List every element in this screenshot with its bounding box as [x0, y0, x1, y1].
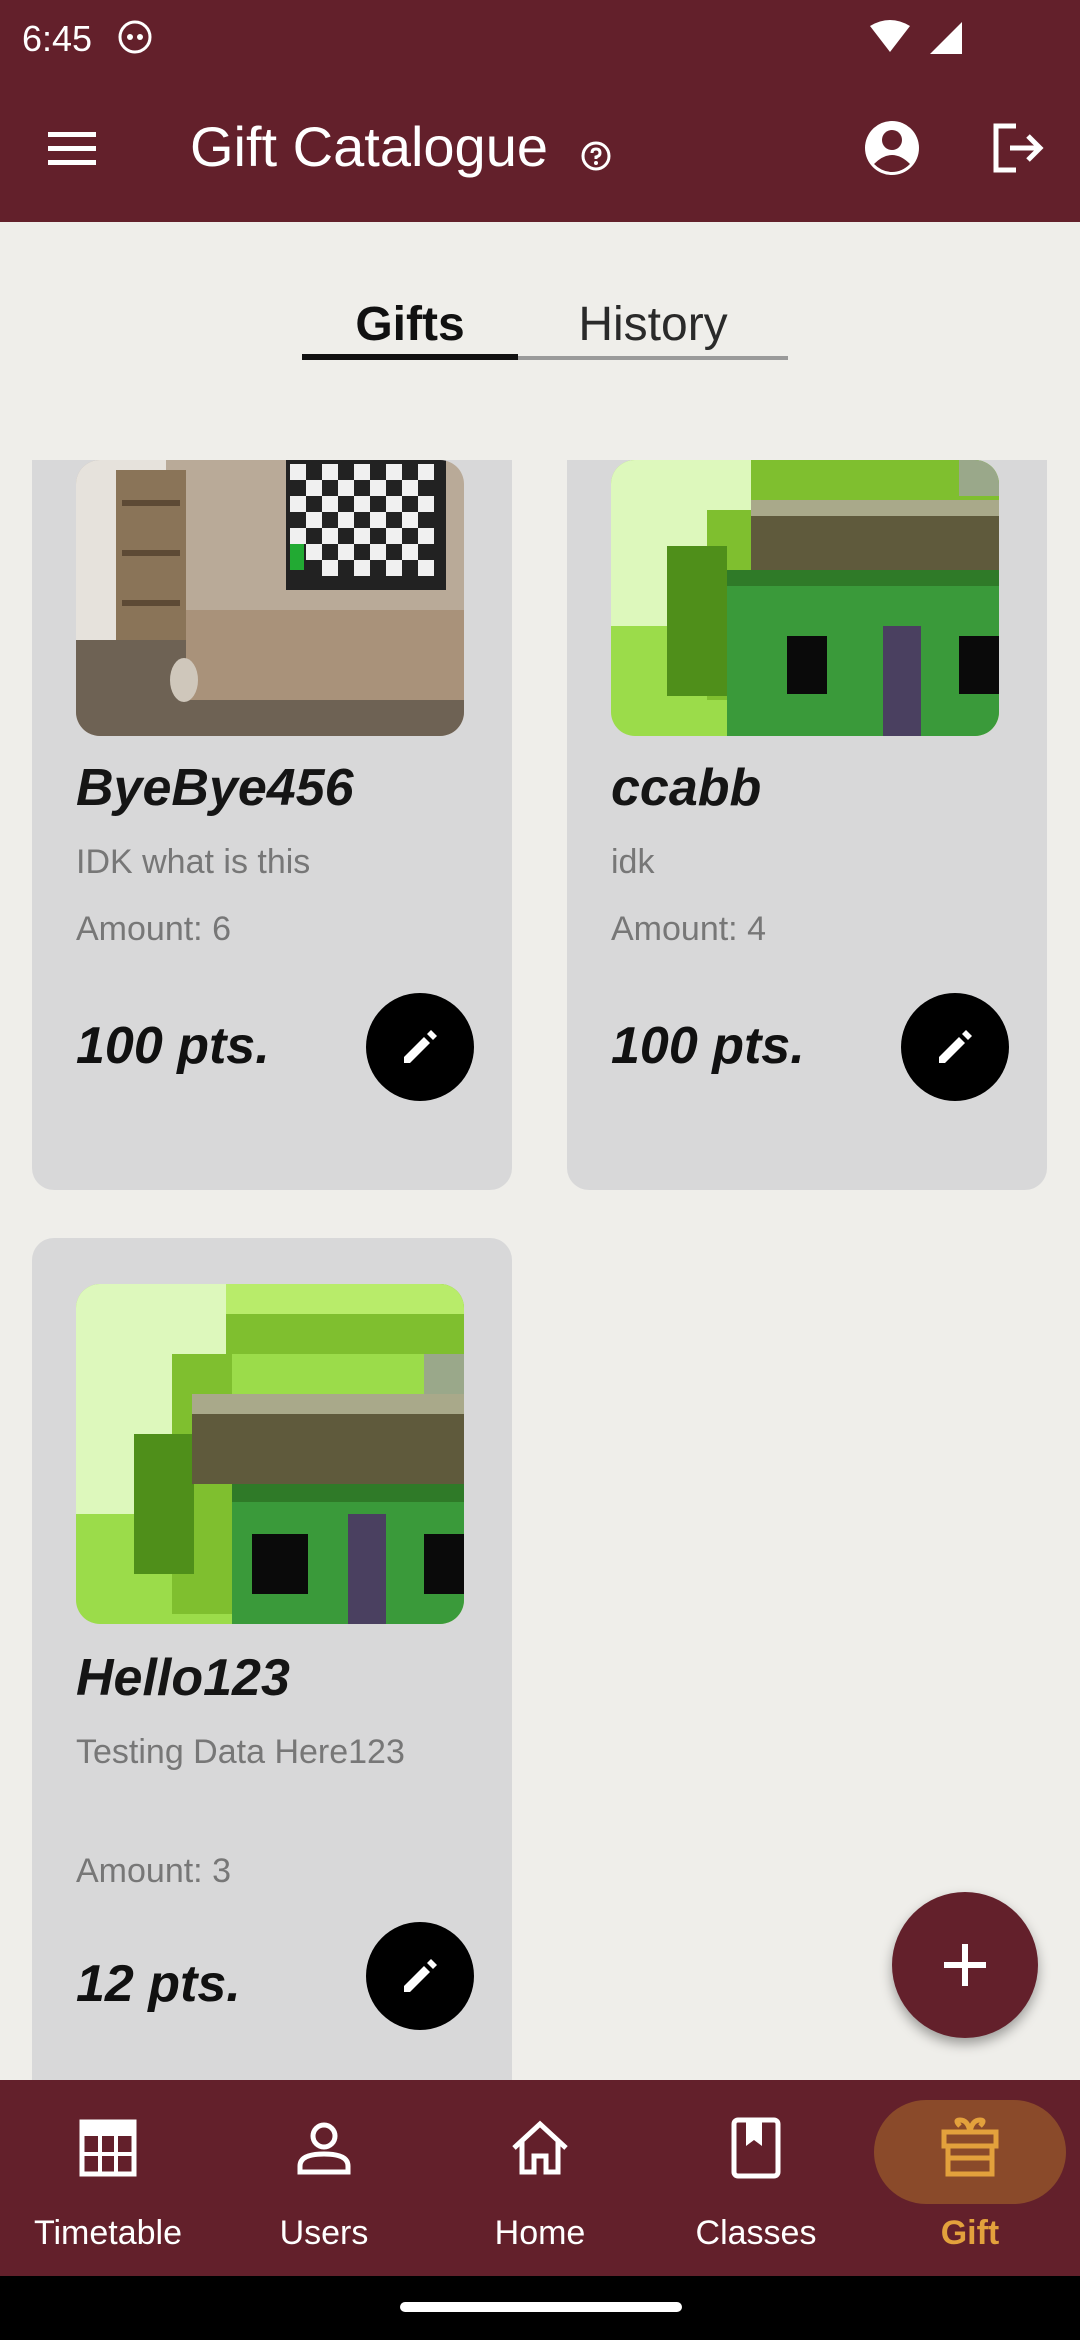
gift-card[interactable]: ccabb idk Amount: 4 100 pts. — [567, 460, 1047, 1190]
nav-label-users: Users — [279, 2214, 369, 2252]
help-icon[interactable] — [580, 140, 612, 172]
gift-name: ByeBye456 — [76, 759, 354, 817]
gift-description: IDK what is this — [76, 843, 311, 881]
gift-amount: Amount: 6 — [76, 910, 231, 948]
system-navigation-area — [0, 2276, 1080, 2340]
edit-gift-button[interactable] — [901, 993, 1009, 1101]
pencil-icon — [939, 1030, 972, 1063]
users-icon — [297, 2122, 351, 2175]
home-icon — [512, 2120, 568, 2175]
timetable-icon — [79, 2119, 137, 2177]
gift-description: idk — [611, 843, 655, 881]
app-notification-icon — [118, 20, 152, 54]
gift-image — [76, 460, 464, 736]
bottom-navigation: Timetable Users Home Classes Gift — [0, 2080, 1080, 2276]
account-icon[interactable] — [862, 118, 922, 178]
tab-underline — [518, 356, 788, 360]
gift-amount: Amount: 4 — [611, 910, 766, 948]
plus-icon — [944, 1944, 986, 1986]
gift-grid[interactable]: ByeBye456 IDK what is this Amount: 6 100… — [0, 460, 1080, 2080]
nav-item-home[interactable]: Home — [432, 2080, 648, 2276]
classes-icon — [731, 2117, 781, 2179]
nav-label-classes: Classes — [695, 2214, 817, 2252]
nav-item-timetable[interactable]: Timetable — [0, 2080, 216, 2276]
gift-points: 100 pts. — [76, 1017, 270, 1075]
gift-name: Hello123 — [76, 1649, 290, 1707]
nav-item-users[interactable]: Users — [216, 2080, 432, 2276]
gift-card[interactable]: Hello123 Testing Data Here123 Amount: 3 … — [32, 1238, 512, 2080]
gift-amount: Amount: 3 — [76, 1852, 231, 1890]
gift-description: Testing Data Here123 — [76, 1733, 405, 1771]
tab-bar: Gifts History — [302, 290, 788, 362]
nav-label-gift: Gift — [940, 2214, 1000, 2252]
gift-name: ccabb — [611, 759, 762, 817]
nav-label-timetable: Timetable — [33, 2214, 183, 2252]
add-gift-button[interactable] — [892, 1892, 1038, 2038]
gift-points: 100 pts. — [611, 1017, 805, 1075]
gesture-handle[interactable] — [400, 2302, 682, 2312]
page-title: Gift Catalogue — [190, 115, 548, 178]
app-bar: Gift Catalogue — [0, 74, 1080, 222]
edit-gift-button[interactable] — [366, 993, 474, 1101]
menu-icon[interactable] — [42, 120, 102, 176]
gift-image — [76, 1284, 464, 1624]
tab-active-indicator — [302, 354, 518, 360]
status-bar: 6:45 — [0, 0, 1080, 74]
gift-points: 12 pts. — [76, 1955, 241, 2013]
edit-gift-button[interactable] — [366, 1922, 474, 2030]
nav-label-home: Home — [494, 2214, 586, 2252]
logout-icon[interactable] — [988, 118, 1048, 178]
tab-gifts[interactable]: Gifts — [302, 290, 518, 362]
pencil-icon — [404, 1959, 437, 1992]
gift-card[interactable]: ByeBye456 IDK what is this Amount: 6 100… — [32, 460, 512, 1190]
nav-item-gift[interactable]: Gift — [874, 2080, 1080, 2276]
gift-icon — [941, 2117, 999, 2177]
signal-wifi-icons — [870, 20, 962, 54]
pencil-icon — [404, 1030, 437, 1063]
gift-image — [611, 460, 999, 736]
status-time: 6:45 — [22, 18, 93, 59]
tab-history[interactable]: History — [518, 290, 788, 362]
nav-item-classes[interactable]: Classes — [648, 2080, 864, 2276]
